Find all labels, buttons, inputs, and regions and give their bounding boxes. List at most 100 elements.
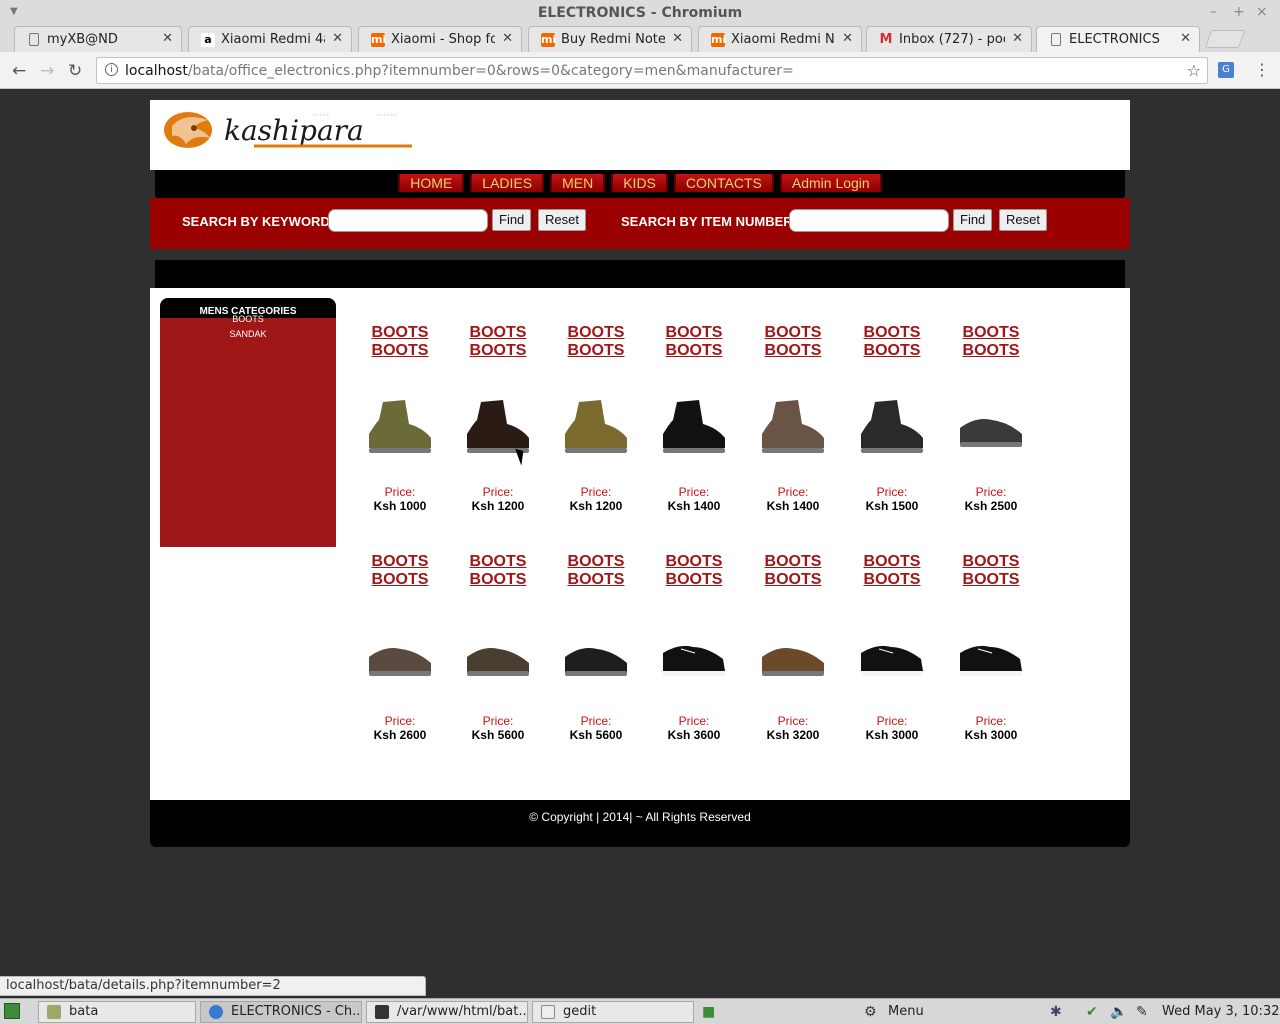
product-name-link[interactable]: BOOTS	[744, 553, 842, 571]
product-name-link[interactable]: BOOTS	[547, 342, 645, 360]
product-name-link[interactable]: BOOTS	[547, 553, 645, 571]
bookmark-star-icon[interactable]: ☆	[1187, 61, 1201, 80]
product-name-link[interactable]: BOOTS	[942, 324, 1040, 342]
tab-electronics[interactable]: ELECTRONICS ✕	[1036, 26, 1200, 53]
product-name-link[interactable]: BOOTS	[351, 553, 449, 571]
tab-close-icon[interactable]: ✕	[332, 31, 343, 46]
product-image[interactable]	[758, 623, 828, 689]
maximize-icon[interactable]: +	[1233, 4, 1245, 20]
product-name-link[interactable]: BOOTS	[449, 342, 547, 360]
info-icon[interactable]: i	[105, 63, 118, 76]
nav-item-contacts[interactable]: CONTACTS	[673, 174, 774, 192]
product-name-link[interactable]: BOOTS	[547, 324, 645, 342]
product-name-link[interactable]: BOOTS	[351, 342, 449, 360]
taskbar-item-bata[interactable]: bata	[38, 1001, 196, 1023]
forward-icon[interactable]: →	[40, 61, 54, 81]
tab-buy-redmi[interactable]: mi Buy Redmi Note 4 ✕	[528, 26, 692, 52]
price-label: Price:	[580, 714, 612, 728]
product-image[interactable]	[956, 623, 1026, 689]
product-name-link[interactable]: BOOTS	[449, 571, 547, 589]
tab-close-icon[interactable]: ✕	[502, 31, 513, 46]
update-shield-icon[interactable]: ✔	[1086, 1004, 1098, 1020]
browser-menu-icon[interactable]: ⋮	[1254, 60, 1270, 79]
tab-close-icon[interactable]: ✕	[1012, 31, 1023, 46]
product-name-link[interactable]: BOOTS	[645, 342, 743, 360]
minimize-icon[interactable]: –	[1210, 4, 1217, 20]
product-card: BOOTS BOOTS Price: Ksh 1400	[744, 324, 842, 513]
product-image[interactable]	[857, 394, 927, 460]
sidebar-link-sandak[interactable]: SANDAK	[160, 327, 336, 342]
address-bar[interactable]: i localhost/bata/office_electronics.php?…	[96, 57, 1208, 84]
product-name-link[interactable]: BOOTS	[942, 553, 1040, 571]
nav-item-ladies[interactable]: LADIES	[470, 174, 545, 192]
nav-item-admin-login[interactable]: Admin Login	[779, 174, 882, 192]
product-name-link[interactable]: BOOTS	[645, 553, 743, 571]
product-name-link[interactable]: BOOTS	[351, 571, 449, 589]
close-window-icon[interactable]: ×	[1256, 4, 1268, 20]
product-name-link[interactable]: BOOTS	[942, 571, 1040, 589]
product-image[interactable]	[365, 623, 435, 689]
keyword-reset-button[interactable]: Reset	[538, 209, 586, 231]
nav-item-home[interactable]: HOME	[398, 174, 465, 192]
tab-close-icon[interactable]: ✕	[1180, 31, 1191, 46]
product-name-link[interactable]: BOOTS	[744, 571, 842, 589]
keyword-find-button[interactable]: Find	[492, 209, 532, 231]
product-image[interactable]	[463, 623, 533, 689]
address-url[interactable]: localhost/bata/office_electronics.php?it…	[125, 63, 794, 79]
gear-icon[interactable]: ⚙	[864, 1004, 877, 1020]
translate-extension-icon[interactable]: G	[1218, 62, 1234, 78]
nav-item-kids[interactable]: KIDS	[611, 174, 668, 192]
mint-icon[interactable]: ■	[702, 1004, 715, 1020]
taskbar-item-chromium[interactable]: ELECTRONICS - Ch...	[200, 1001, 362, 1023]
keyword-search-input[interactable]	[328, 209, 488, 232]
sidebar-link-boots[interactable]: BOOTS	[160, 312, 336, 327]
kashipara-logo[interactable]: kashipara ◦◦◦◦◦ ◦◦◦◦◦◦	[164, 108, 414, 154]
tab-close-icon[interactable]: ✕	[842, 31, 853, 46]
product-name-link[interactable]: BOOTS	[843, 342, 941, 360]
price-label: Price:	[482, 714, 514, 728]
product-name-link[interactable]: BOOTS	[942, 342, 1040, 360]
network-icon[interactable]: ✱	[1050, 1004, 1062, 1020]
product-image[interactable]	[956, 394, 1026, 460]
product-name-link[interactable]: BOOTS	[351, 324, 449, 342]
reload-icon[interactable]: ↻	[68, 61, 82, 81]
product-image[interactable]	[561, 394, 631, 460]
keyword-search-label: SEARCH BY KEYWORD:	[182, 214, 335, 229]
menu-button[interactable]: Menu	[888, 1004, 924, 1019]
product-image[interactable]	[365, 394, 435, 460]
volume-icon[interactable]: 🔈	[1110, 1004, 1127, 1020]
product-name-link[interactable]: BOOTS	[843, 324, 941, 342]
product-name-link[interactable]: BOOTS	[547, 571, 645, 589]
item-number-search-input[interactable]	[789, 209, 949, 232]
tab-close-icon[interactable]: ✕	[672, 31, 683, 46]
tab-myxband[interactable]: myXB@ND ✕	[14, 26, 182, 52]
product-image[interactable]	[659, 394, 729, 460]
product-name-link[interactable]: BOOTS	[744, 342, 842, 360]
product-name-link[interactable]: BOOTS	[645, 324, 743, 342]
product-name-link[interactable]: BOOTS	[744, 324, 842, 342]
price-value: Ksh 1400	[766, 499, 820, 513]
nav-item-men[interactable]: MEN	[550, 174, 606, 192]
show-desktop-icon[interactable]	[4, 1003, 20, 1019]
taskbar-item-gedit[interactable]: gedit	[532, 1001, 694, 1023]
product-name-link[interactable]: BOOTS	[645, 571, 743, 589]
tab-gmail[interactable]: M Inbox (727) - poo ✕	[866, 26, 1032, 52]
tab-xiaomi-shop[interactable]: mi Xiaomi - Shop for ✕	[358, 26, 522, 52]
tab-amazon[interactable]: a Xiaomi Redmi 4a: ✕	[188, 26, 352, 52]
new-tab-button[interactable]	[1204, 30, 1246, 48]
product-image[interactable]	[857, 623, 927, 689]
product-name-link[interactable]: BOOTS	[843, 571, 941, 589]
product-image[interactable]	[758, 394, 828, 460]
product-name-link[interactable]: BOOTS	[449, 553, 547, 571]
product-name-link[interactable]: BOOTS	[449, 324, 547, 342]
item-number-reset-button[interactable]: Reset	[999, 209, 1047, 231]
back-icon[interactable]: ←	[12, 61, 26, 81]
taskbar-item-terminal[interactable]: /var/www/html/bat...	[366, 1001, 528, 1023]
product-image[interactable]	[659, 623, 729, 689]
pen-icon[interactable]: ✎	[1136, 1004, 1148, 1020]
tab-xiaomi-redmi-note[interactable]: mi Xiaomi Redmi Not ✕	[698, 26, 862, 52]
tab-close-icon[interactable]: ✕	[162, 31, 173, 46]
item-number-find-button[interactable]: Find	[953, 209, 993, 231]
product-name-link[interactable]: BOOTS	[843, 553, 941, 571]
product-image[interactable]	[561, 623, 631, 689]
